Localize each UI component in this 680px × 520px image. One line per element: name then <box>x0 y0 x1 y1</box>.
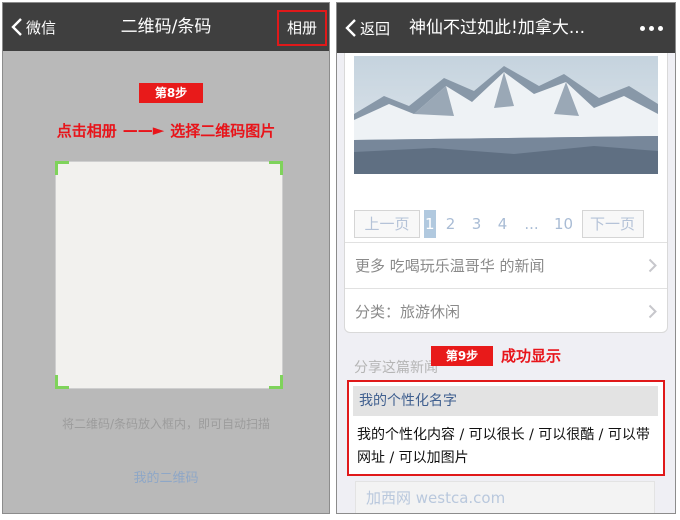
scan-corner-top-right <box>269 161 283 175</box>
page-2-button[interactable]: 2 <box>439 210 462 238</box>
scan-corner-bottom-left <box>55 375 69 389</box>
scan-corner-top-left <box>55 161 69 175</box>
page-3-button[interactable]: 3 <box>465 210 488 238</box>
my-qr-code-link[interactable]: 我的二维码 <box>3 467 329 486</box>
page-ellipsis: ... <box>517 210 546 238</box>
category-row[interactable]: 分类：旅游休闲 <box>345 288 667 332</box>
scan-frame <box>55 161 283 389</box>
custom-share-name: 我的个性化名字 <box>353 386 658 416</box>
custom-share-card[interactable]: 我的个性化名字 我的个性化内容 / 可以很长 / 可以很酷 / 可以带网址 / … <box>347 380 665 476</box>
mountain-photo <box>354 56 658 174</box>
back-button[interactable]: 微信 <box>11 3 56 51</box>
more-dots-icon[interactable] <box>640 3 663 53</box>
prev-page-button[interactable]: 上一页 <box>354 210 420 238</box>
instruction-part1: 点击相册 <box>56 121 117 140</box>
custom-share-content: 我的个性化内容 / 可以很长 / 可以很酷 / 可以带网址 / 可以加图片 <box>357 427 650 466</box>
back-label: 返回 <box>360 19 391 38</box>
chevron-left-icon <box>345 19 356 37</box>
scan-hint: 将二维码/条码放入框内，即可自动扫描 <box>61 417 271 431</box>
step-9-badge: 第9步 <box>431 346 493 366</box>
scanner-nav-bar: 微信 二维码/条码 相册 <box>3 3 329 51</box>
page-1-button[interactable]: 1 <box>424 210 436 238</box>
page-10-button[interactable]: 10 <box>549 210 578 238</box>
chevron-right-icon <box>648 304 657 319</box>
chevron-right-icon <box>648 258 657 273</box>
article-card: 上一页 1 2 3 4 ... 10 下一页 更多 吃喝玩乐温哥华 的新闻 分类… <box>344 47 668 333</box>
qr-scanner-screen: 微信 二维码/条码 相册 第8步 点击相册 ——► 选择二维码图片 将二维码/条… <box>2 2 330 514</box>
step-8-badge: 第8步 <box>139 83 203 103</box>
category-label: 分类：旅游休闲 <box>355 303 461 321</box>
album-button[interactable]: 相册 <box>277 10 327 46</box>
article-title: 神仙不过如此!加拿大... <box>409 18 586 38</box>
screenshot-root: 微信 二维码/条码 相册 第8步 点击相册 ——► 选择二维码图片 将二维码/条… <box>0 0 680 520</box>
article-screen: 上一页 1 2 3 4 ... 10 下一页 更多 吃喝玩乐温哥华 的新闻 分类… <box>336 2 676 514</box>
share-label: 分享这篇新闻 <box>354 360 438 376</box>
next-page-button[interactable]: 下一页 <box>581 210 644 238</box>
more-news-label: 更多 吃喝玩乐温哥华 的新闻 <box>355 257 545 275</box>
page-4-button[interactable]: 4 <box>491 210 514 238</box>
article-nav-bar: 返回 神仙不过如此!加拿大... <box>337 3 675 53</box>
dot <box>658 25 663 31</box>
dot <box>649 25 654 31</box>
source-link[interactable]: 加西网 westca.com <box>355 481 655 513</box>
back-button[interactable]: 返回 <box>345 3 390 53</box>
success-text: 成功显示 <box>501 347 562 365</box>
pagination: 上一页 1 2 3 4 ... 10 下一页 <box>354 210 644 238</box>
more-news-row[interactable]: 更多 吃喝玩乐温哥华 的新闻 <box>345 242 667 288</box>
back-label: 微信 <box>26 18 57 37</box>
scan-corner-bottom-right <box>269 375 283 389</box>
step-8-instruction: 点击相册 ——► 选择二维码图片 <box>3 119 329 141</box>
chevron-left-icon <box>11 18 22 36</box>
arrow-right-icon: ——► <box>122 121 165 139</box>
instruction-part2: 选择二维码图片 <box>170 121 276 140</box>
dot <box>640 25 645 31</box>
